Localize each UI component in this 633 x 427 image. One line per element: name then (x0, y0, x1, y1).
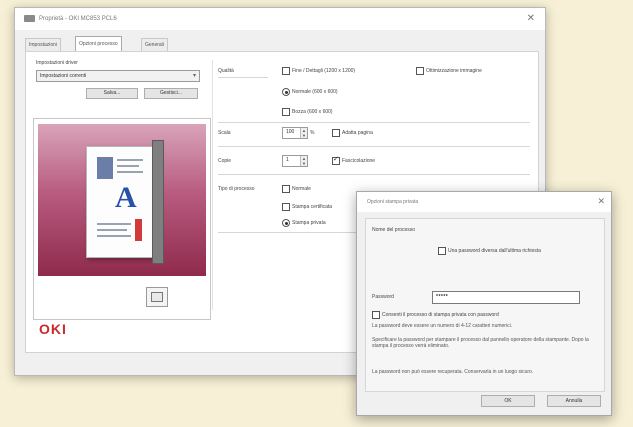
job-private-label: Stampa privata (292, 220, 326, 226)
scale-unit: % (310, 130, 315, 136)
section-separator-3 (218, 174, 530, 175)
preview-thumbnail-icon[interactable] (146, 287, 168, 307)
description-text-1: La password deve essere un numero di 4-1… (372, 323, 513, 329)
private-print-dialog: Opzioni stampa privata ✕ Nome del proces… (356, 191, 612, 416)
job-normal-label: Normale (292, 186, 311, 192)
oki-logo: OKI (39, 321, 67, 337)
description-text-3: La password non può essere recuperata. C… (372, 369, 534, 375)
request-name-checkbox[interactable] (438, 247, 446, 255)
quality-normal-label: Normale (600 x 600) (292, 89, 338, 95)
driver-settings-select[interactable]: Impostazioni correnti ▾ (36, 70, 200, 82)
document-icon: A (86, 146, 154, 258)
chevron-down-icon: ▾ (192, 73, 196, 79)
chart-bar-icon (135, 219, 142, 241)
close-icon[interactable]: ✕ (527, 13, 535, 24)
spin-arrows-icon[interactable]: ▲ ▼ (300, 128, 307, 138)
scale-label: Scala (218, 130, 231, 136)
driver-settings-value: Impostazioni correnti (40, 73, 87, 79)
password-input[interactable]: ***** (432, 291, 580, 304)
password-value: ***** (436, 294, 449, 300)
request-name-label: Una password diversa dall'ultima richies… (448, 248, 541, 254)
vertical-divider (212, 60, 213, 310)
quality-normal-radio[interactable] (282, 88, 290, 96)
job-certified-checkbox[interactable] (282, 203, 290, 211)
quality-separator (218, 77, 268, 78)
section-separator (218, 122, 530, 123)
title-bar: Proprietà - OKI MC853 PCL6 ✕ (15, 8, 545, 30)
collate-checkbox[interactable] (332, 155, 340, 165)
copies-value: 1 (286, 157, 289, 163)
image-enhancement-label: Ottimizzazione immagine (426, 68, 482, 74)
enable-private-label: Consenti il processo di stampa privata c… (382, 312, 499, 318)
quality-draft-checkbox[interactable] (282, 108, 290, 116)
binder-icon (152, 140, 164, 264)
job-type-label: Tipo di processo (218, 186, 255, 192)
job-certified-label: Stampa certificata (292, 204, 333, 210)
ok-button[interactable]: OK (481, 395, 535, 407)
copies-stepper[interactable]: 1 ▲ ▼ (282, 155, 308, 167)
quality-fine-label: Fine / Dettagli (1200 x 1200) (292, 68, 356, 74)
cancel-button[interactable]: Annulla (547, 395, 601, 407)
job-normal-checkbox[interactable] (282, 185, 290, 193)
fit-page-checkbox[interactable] (332, 129, 340, 137)
image-enhancement-checkbox[interactable] (416, 67, 424, 75)
manage-button[interactable]: Gestisci... (144, 88, 198, 99)
save-button[interactable]: Salva... (86, 88, 138, 99)
scale-stepper[interactable]: 100 ▲ ▼ (282, 127, 308, 139)
fit-page-label: Adatta pagina (342, 130, 373, 136)
tab-job-options[interactable]: Opzioni processo (75, 36, 122, 51)
job-name-label: Nome del processo (372, 227, 416, 233)
section-separator-2 (218, 146, 530, 147)
printer-icon (24, 15, 35, 22)
copies-label: Copie (218, 158, 232, 164)
tab-general[interactable]: Generali (141, 38, 168, 51)
scale-value: 100 (286, 129, 295, 135)
driver-settings-label: Impostazioni driver (36, 60, 78, 66)
password-label: Password (372, 294, 394, 300)
spin-arrows-icon[interactable]: ▲ ▼ (300, 156, 307, 166)
window-title: Proprietà - OKI MC853 PCL6 (39, 16, 117, 22)
quality-label: Qualità (218, 68, 234, 74)
close-icon[interactable]: ✕ (597, 196, 605, 207)
quality-fine-checkbox[interactable] (282, 67, 290, 75)
enable-private-checkbox[interactable] (372, 311, 380, 319)
sub-title-bar: Opzioni stampa privata ✕ (357, 192, 611, 212)
tab-settings[interactable]: Impostazioni (25, 38, 62, 51)
job-private-radio[interactable] (282, 219, 290, 227)
sub-dialog-title: Opzioni stampa privata (367, 199, 419, 205)
font-letter-icon: A (115, 181, 137, 214)
preview-background: A (38, 124, 206, 276)
print-preview: A (33, 118, 211, 320)
collate-label: Fascicolazione (342, 158, 376, 164)
description-text-2: Specificare la password per stampare il … (372, 337, 589, 349)
sub-dialog-pane: Nome del processo Una password diversa d… (365, 218, 605, 392)
document-image-icon (97, 157, 113, 179)
quality-draft-label: Bozza (600 x 600) (292, 109, 333, 115)
